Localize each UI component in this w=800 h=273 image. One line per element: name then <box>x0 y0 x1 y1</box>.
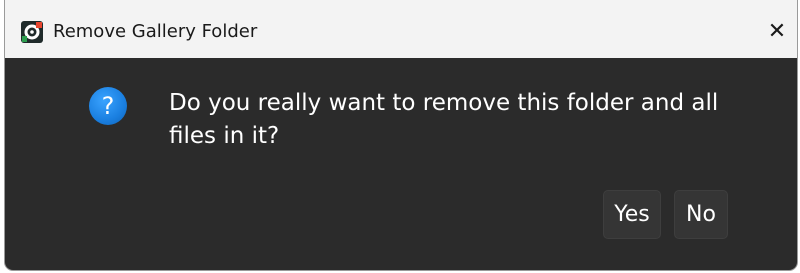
close-icon: ✕ <box>767 18 787 44</box>
dialog-message: Do you really want to remove this folder… <box>169 90 719 149</box>
window-title: Remove Gallery Folder <box>53 21 258 42</box>
no-button-label: No <box>686 202 716 227</box>
title-bar: Remove Gallery Folder ✕ <box>5 0 797 58</box>
app-icon <box>21 21 43 43</box>
question-icon: ? <box>89 87 127 125</box>
yes-button-label: Yes <box>614 202 650 227</box>
yes-button[interactable]: Yes <box>603 190 661 239</box>
question-glyph: ? <box>101 92 115 120</box>
close-button[interactable]: ✕ <box>757 8 797 54</box>
no-button[interactable]: No <box>674 190 728 239</box>
dialog-window: Remove Gallery Folder ✕ ? Do you really … <box>5 0 797 270</box>
